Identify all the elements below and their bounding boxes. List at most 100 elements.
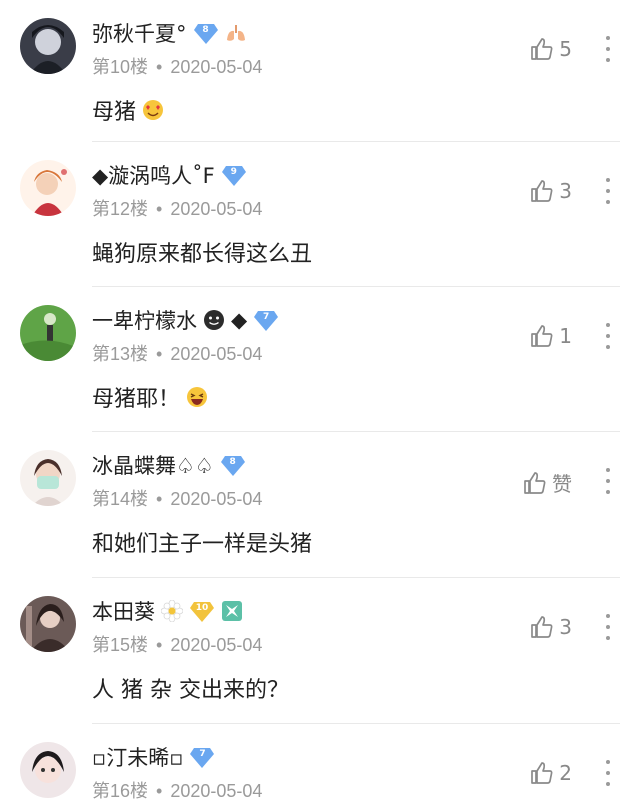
like-count: 赞 xyxy=(552,472,572,496)
username-row: ◆漩涡鸣人˚F 9 xyxy=(92,160,253,190)
like-button[interactable]: 5 xyxy=(529,36,572,62)
comment-item: 本田葵 10 第15楼 • 2020-05-04 人 猪 杂 交出来的？ 3 xyxy=(0,578,640,724)
ellipsis-dot xyxy=(606,345,610,349)
comment-text-row: 蝇狗原来都长得这么丑 xyxy=(92,236,312,268)
ellipsis-dot xyxy=(606,782,610,786)
thumbs-up-icon xyxy=(524,471,546,494)
avatar[interactable] xyxy=(20,160,76,216)
username-row: 本田葵 10 xyxy=(92,596,249,626)
level-badge: 7 xyxy=(189,745,215,769)
comment-text: 母猪耶！ xyxy=(92,387,181,412)
avatar[interactable] xyxy=(20,742,76,798)
comment-text: 和她们主子一样是头猪 xyxy=(92,532,313,557)
thumbs-up-icon xyxy=(531,180,553,202)
floor-number: 第16楼 xyxy=(92,781,149,801)
more-options-button[interactable] xyxy=(604,468,612,494)
ellipsis-dot xyxy=(606,200,610,204)
thumbs-up-icon xyxy=(531,616,553,638)
more-options-button[interactable] xyxy=(604,614,612,640)
comment-meta: 第13楼 • 2020-05-04 xyxy=(92,340,262,366)
ellipsis-dot xyxy=(606,636,610,640)
like-button[interactable]: 3 xyxy=(529,614,572,640)
username[interactable]: 一卑柠檬水 xyxy=(92,305,197,335)
comment-date: 2020-05-04 xyxy=(170,489,263,509)
thumbs-up-icon xyxy=(531,762,553,784)
comment-text-row: 母猪耶！ xyxy=(92,381,208,413)
thumbs-up-icon xyxy=(531,325,553,347)
meta-separator: • xyxy=(156,57,163,77)
level-number: 8 xyxy=(202,25,209,35)
comment-list: 弥秋千夏° 8 第10楼 • 2020-05-04 母猪 5 ◆漩涡鸣人˚F 9… xyxy=(0,0,640,809)
like-count: 1 xyxy=(559,324,572,348)
like-count: 3 xyxy=(559,615,572,639)
comment-text: 人 猪 杂 交出来的？ xyxy=(92,678,289,703)
level-number: 7 xyxy=(199,749,206,759)
floor-number: 第12楼 xyxy=(92,199,149,219)
like-count: 2 xyxy=(559,761,572,785)
comment-text-row: 和她们主子一样是头猪 xyxy=(92,526,312,558)
username[interactable]: ◆漩涡鸣人˚F xyxy=(92,160,215,190)
like-button[interactable]: 赞 xyxy=(522,468,572,497)
ellipsis-dot xyxy=(606,479,610,483)
comment-item: 冰晶蝶舞♤♤ 8 第14楼 • 2020-05-04 和她们主子一样是头猪 赞 xyxy=(0,432,640,578)
vertical-ellipsis-icon xyxy=(606,468,610,472)
like-count: 5 xyxy=(559,37,572,61)
level-number: 9 xyxy=(230,167,237,177)
comment-item: 一卑柠檬水 ◆ 7 第13楼 • 2020-05-04 母猪耶！ 1 xyxy=(0,287,640,432)
comment-meta: 第12楼 • 2020-05-04 xyxy=(92,195,262,221)
vertical-ellipsis-icon xyxy=(606,614,610,618)
meta-separator: • xyxy=(156,344,163,364)
more-options-button[interactable] xyxy=(604,760,612,786)
username[interactable]: ▫汀未晞▫ xyxy=(92,742,183,772)
floor-number: 第10楼 xyxy=(92,57,149,77)
ellipsis-dot xyxy=(606,189,610,193)
level-number: 8 xyxy=(229,457,236,467)
more-options-button[interactable] xyxy=(604,323,612,349)
comment-date: 2020-05-04 xyxy=(170,344,263,364)
comment-text-row: 母猪 xyxy=(92,94,164,126)
username[interactable]: 弥秋千夏° xyxy=(92,18,187,48)
floor-number: 第15楼 xyxy=(92,635,149,655)
meta-separator: • xyxy=(156,781,163,801)
vertical-ellipsis-icon xyxy=(606,760,610,764)
like-button[interactable]: 2 xyxy=(529,760,572,786)
like-button[interactable]: 3 xyxy=(529,178,572,204)
username[interactable]: 本田葵 xyxy=(92,596,155,626)
level-number: 10 xyxy=(195,603,209,613)
heart-eyes-emoji-icon xyxy=(142,99,164,121)
like-button[interactable]: 1 xyxy=(529,323,572,349)
comment-text-row: 人 猪 杂 交出来的？ xyxy=(92,672,289,704)
comment-meta: 第16楼 • 2020-05-04 xyxy=(92,777,262,803)
avatar[interactable] xyxy=(20,450,76,506)
floor-number: 第14楼 xyxy=(92,489,149,509)
sparkle-box-icon xyxy=(221,600,243,622)
comment-date: 2020-05-04 xyxy=(170,635,263,655)
lungs-icon xyxy=(225,22,247,44)
vertical-ellipsis-icon xyxy=(606,323,610,327)
more-options-button[interactable] xyxy=(604,36,612,62)
thumbs-up-icon xyxy=(531,38,553,60)
comment-date: 2020-05-04 xyxy=(170,199,263,219)
more-options-button[interactable] xyxy=(604,178,612,204)
vertical-ellipsis-icon xyxy=(606,36,610,40)
level-badge: 10 xyxy=(189,599,215,623)
comment-date: 2020-05-04 xyxy=(170,781,263,801)
meta-separator: • xyxy=(156,199,163,219)
avatar[interactable] xyxy=(20,596,76,652)
avatar[interactable] xyxy=(20,305,76,361)
ellipsis-dot xyxy=(606,771,610,775)
level-badge: 8 xyxy=(193,21,219,45)
level-badge: 8 xyxy=(220,453,246,477)
ellipsis-dot xyxy=(606,47,610,51)
avatar[interactable] xyxy=(20,18,76,74)
comment-item: ▫汀未晞▫ 7 第16楼 • 2020-05-04 2 xyxy=(0,724,640,809)
username[interactable]: 冰晶蝶舞♤♤ xyxy=(92,450,214,480)
ellipsis-dot xyxy=(606,334,610,338)
comment-text: 蝇狗原来都长得这么丑 xyxy=(92,242,313,267)
comment-item: 弥秋千夏° 8 第10楼 • 2020-05-04 母猪 5 xyxy=(0,0,640,142)
comment-meta: 第10楼 • 2020-05-04 xyxy=(92,53,262,79)
floor-number: 第13楼 xyxy=(92,344,149,364)
username-row: ▫汀未晞▫ 7 xyxy=(92,742,221,772)
daisy-flower-icon xyxy=(161,600,183,622)
meta-separator: • xyxy=(156,635,163,655)
